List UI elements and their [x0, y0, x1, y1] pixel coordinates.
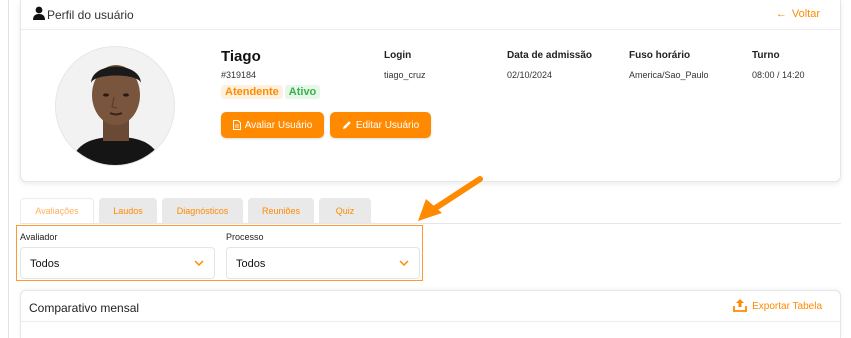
timezone-label: Fuso horário [629, 50, 691, 61]
annotation-arrow [418, 176, 483, 221]
role-badge: Atendente [221, 85, 283, 99]
chevron-down-icon [194, 260, 204, 267]
user-name: Tiago [221, 48, 261, 65]
filters-box: Avaliador Todos Processo Todos [16, 225, 423, 281]
shift-value: 08:00 / 14:20 [752, 70, 805, 80]
timezone-value: America/Sao_Paulo [629, 70, 709, 80]
back-label: Voltar [791, 8, 820, 20]
admission-info: Data de admissão 02/10/2024 [507, 50, 592, 80]
pencil-icon [342, 121, 351, 129]
evaluator-select[interactable]: Todos [20, 247, 215, 279]
tabs: Avaliações Laudos Diagnósticos Reuniões … [20, 198, 371, 223]
login-info: Login tiago_cruz [384, 50, 426, 80]
edit-user-button[interactable]: Editar Usuário [330, 112, 431, 138]
user-id: #319184 [221, 70, 257, 80]
shift-label: Turno [752, 50, 780, 61]
login-label: Login [384, 50, 412, 61]
page-title: Perfil do usuário [47, 8, 134, 22]
admission-label: Data de admissão [507, 50, 593, 61]
tab-label: Quiz [335, 205, 355, 216]
arrow-left-icon: ← [775, 8, 787, 20]
tab-laudos[interactable]: Laudos [99, 198, 157, 223]
tab-diagnosticos[interactable]: Diagnósticos [162, 198, 243, 223]
timezone-info: Fuso horário America/Sao_Paulo [629, 50, 709, 80]
shift-info: Turno 08:00 / 14:20 [752, 50, 805, 80]
avatar [55, 46, 175, 166]
card-header: Perfil do usuário ← Voltar [21, 0, 840, 30]
profile-card: Perfil do usuário ← Voltar Tiago #319184 … [20, 0, 841, 182]
tab-avaliacoes[interactable]: Avaliações [20, 198, 94, 223]
tabs-divider [20, 223, 841, 224]
tab-label: Avaliações [35, 206, 79, 216]
chevron-down-icon [399, 260, 409, 267]
tab-reunioes[interactable]: Reuniões [248, 198, 314, 223]
tab-label: Laudos [113, 205, 143, 216]
export-table-button[interactable]: Exportar Tabela [733, 297, 822, 312]
upload-icon [733, 298, 748, 312]
process-value: Todos [236, 258, 266, 270]
login-value: tiago_cruz [384, 70, 426, 80]
user-icon [33, 6, 45, 20]
tab-label: Reuniões [261, 205, 301, 216]
avatar-image [56, 47, 174, 165]
comparison-title: Comparativo mensal [29, 301, 140, 315]
evaluate-user-button[interactable]: Avaliar Usuário [221, 112, 324, 138]
tab-label: Diagnósticos [176, 205, 229, 216]
comparison-divider [21, 321, 840, 322]
status-badge: Ativo [284, 85, 321, 99]
process-label: Processo [226, 232, 264, 242]
monthly-comparison-card: Comparativo mensal Exportar Tabela [20, 290, 841, 338]
badges: Atendente Ativo [221, 85, 321, 99]
tab-quiz[interactable]: Quiz [319, 198, 371, 223]
document-icon [232, 120, 241, 130]
evaluate-user-label: Avaliar Usuário [244, 119, 313, 131]
edit-user-label: Editar Usuário [355, 119, 420, 131]
process-select[interactable]: Todos [226, 247, 420, 279]
export-label: Exportar Tabela [752, 301, 822, 312]
back-link[interactable]: ← Voltar [776, 8, 820, 20]
evaluator-value: Todos [30, 258, 60, 270]
evaluator-label: Avaliador [20, 232, 58, 242]
admission-value: 02/10/2024 [507, 70, 553, 80]
